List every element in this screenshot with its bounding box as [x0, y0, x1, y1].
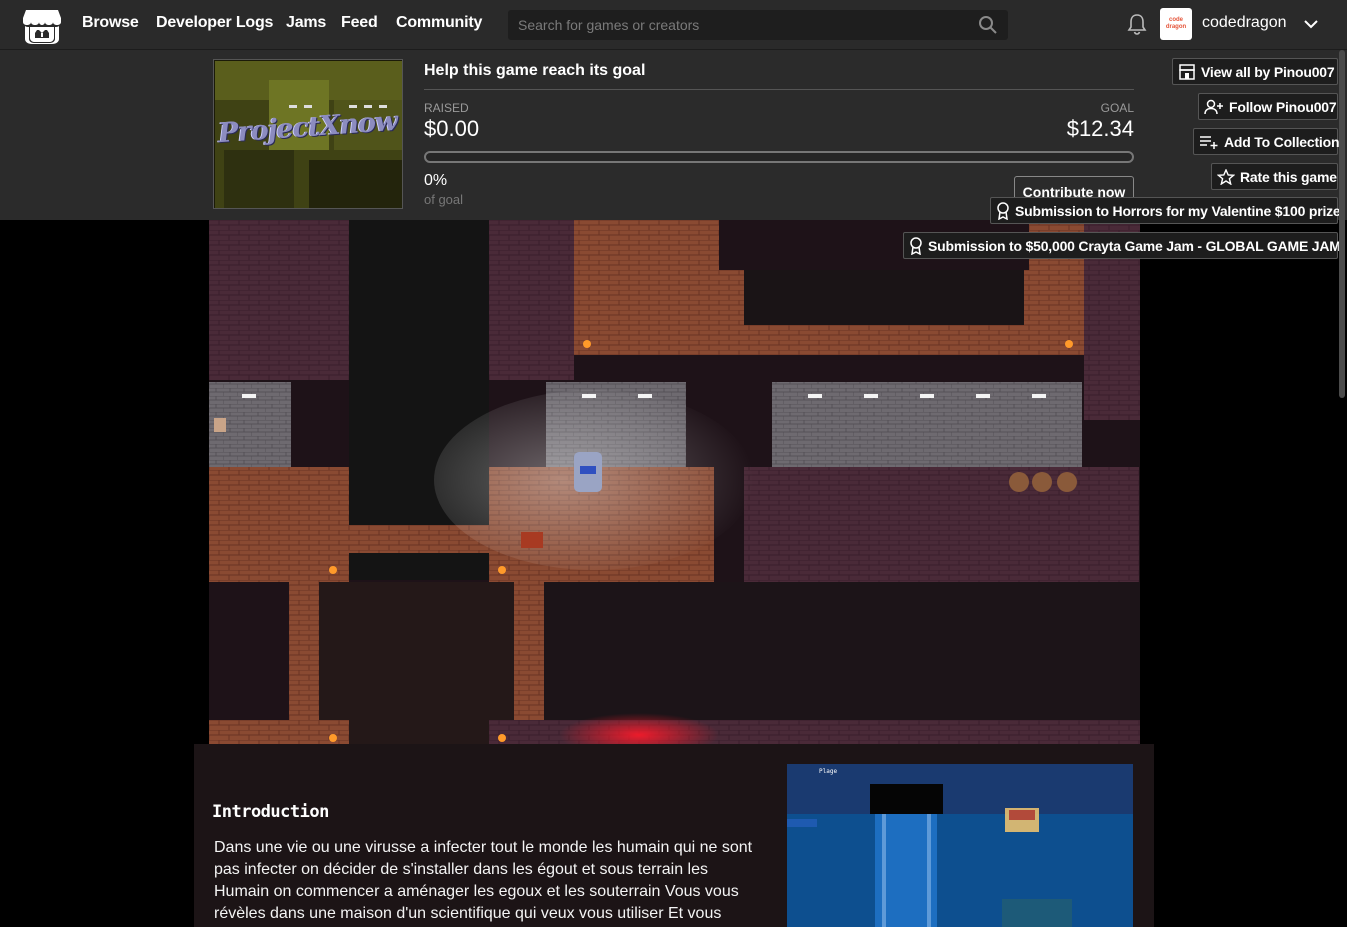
rate-label: Rate this game — [1240, 168, 1337, 185]
funding-panel: ProjectXnow Help this game reach its goa… — [0, 50, 1347, 220]
beach-map-art — [787, 764, 1133, 927]
game-map-art — [209, 220, 1140, 744]
search-box — [508, 10, 1008, 40]
user-plus-icon — [1204, 99, 1223, 114]
add-to-collection-button[interactable]: Add To Collection — [1193, 128, 1340, 155]
game-thumbnail[interactable]: ProjectXnow — [213, 59, 403, 209]
description-screenshot[interactable]: Plage — [787, 764, 1133, 927]
goal-amount: $12.34 — [1066, 116, 1134, 141]
username-label[interactable]: codedragon — [1202, 14, 1287, 32]
divider — [424, 89, 1134, 90]
jam-submission-badge-2[interactable]: Submission to $50,000 Crayta Game Jam - … — [903, 232, 1345, 259]
submission-1-label: Submission to Horrors for my Valentine $… — [1015, 202, 1341, 219]
goal-label: GOAL — [1100, 101, 1134, 115]
raised-label: RAISED — [424, 101, 469, 115]
nav-developer-logs-link[interactable]: Developer Logs — [156, 14, 273, 32]
percent-raised: 0% — [424, 172, 448, 189]
user-avatar[interactable]: code dragon — [1160, 8, 1192, 40]
notifications-bell-icon[interactable] — [1126, 12, 1148, 36]
award-icon — [910, 236, 922, 255]
submission-2-label: Submission to $50,000 Crayta Game Jam - … — [928, 237, 1346, 254]
rate-game-button[interactable]: Rate this game — [1211, 163, 1338, 190]
view-all-by-creator-button[interactable]: View all by Pinou007 — [1172, 58, 1338, 85]
jam-submission-badge-1[interactable]: Submission to Horrors for my Valentine $… — [990, 197, 1341, 224]
follow-creator-button[interactable]: Follow Pinou007 — [1198, 93, 1338, 120]
screenshot-location-label: Plage — [819, 768, 838, 775]
itch-logo-icon[interactable] — [22, 8, 62, 44]
raised-amount: $0.00 — [424, 116, 480, 141]
top-navbar: Browse Developer Logs Jams Feed Communit… — [0, 0, 1347, 50]
section-heading: Introduction — [212, 802, 329, 822]
nav-community-link[interactable]: Community — [396, 14, 482, 32]
follow-label: Follow Pinou007 — [1229, 98, 1337, 115]
search-input[interactable] — [508, 10, 968, 40]
game-screenshot — [209, 220, 1140, 744]
playlist-add-icon — [1200, 135, 1218, 149]
page-scrollbar[interactable] — [1339, 50, 1345, 398]
search-icon[interactable] — [978, 15, 998, 35]
game-description: Introduction Dans une vie ou une virusse… — [194, 744, 1154, 927]
chevron-down-icon[interactable] — [1302, 15, 1320, 33]
award-icon — [997, 201, 1009, 220]
funding-title: Help this game reach its goal — [424, 62, 646, 79]
nav-browse-link[interactable]: Browse — [82, 14, 139, 32]
nav-jams-link[interactable]: Jams — [286, 14, 326, 32]
funding-progress-bar — [424, 151, 1134, 163]
nav-feed-link[interactable]: Feed — [341, 14, 378, 32]
view-all-label: View all by Pinou007 — [1201, 63, 1335, 80]
store-icon — [1179, 63, 1195, 80]
description-text: Dans une vie ou une virusse a infecter t… — [214, 839, 753, 922]
star-icon — [1217, 168, 1235, 185]
of-goal-label: of goal — [424, 192, 464, 207]
add-collection-label: Add To Collection — [1224, 133, 1340, 150]
